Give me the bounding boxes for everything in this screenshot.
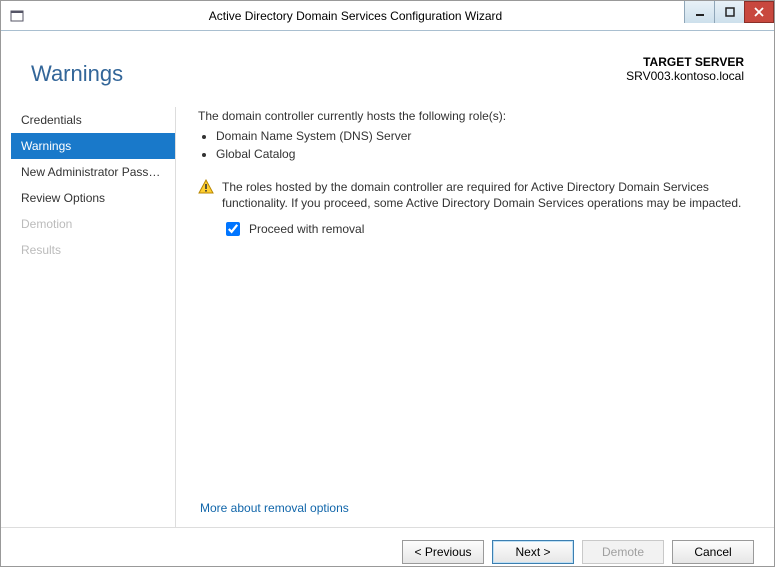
warning-message: The roles hosted by the domain controlle…	[222, 179, 752, 211]
main-area: Credentials Warnings New Administrator P…	[1, 107, 774, 527]
roles-list: Domain Name System (DNS) Server Global C…	[216, 129, 752, 161]
demote-button: Demote	[582, 540, 664, 564]
previous-button[interactable]: < Previous	[402, 540, 484, 564]
role-item: Global Catalog	[216, 147, 752, 161]
wizard-steps: Credentials Warnings New Administrator P…	[1, 107, 176, 527]
proceed-checkbox-row[interactable]: Proceed with removal	[222, 219, 752, 239]
proceed-checkbox-label: Proceed with removal	[249, 222, 364, 236]
step-results: Results	[11, 237, 175, 263]
next-button[interactable]: Next >	[492, 540, 574, 564]
window-title: Active Directory Domain Services Configu…	[27, 9, 684, 23]
step-review-options[interactable]: Review Options	[11, 185, 175, 211]
step-warnings[interactable]: Warnings	[11, 133, 175, 159]
proceed-checkbox[interactable]	[226, 222, 240, 236]
app-icon	[7, 6, 27, 26]
window-buttons	[684, 1, 774, 30]
cancel-button[interactable]: Cancel	[672, 540, 754, 564]
warning-icon	[198, 179, 214, 195]
step-new-admin-password[interactable]: New Administrator Passw...	[11, 159, 175, 185]
target-server-label: TARGET SERVER	[626, 55, 744, 69]
target-server-info: TARGET SERVER SRV003.kontoso.local	[626, 51, 744, 107]
content-panel: The domain controller currently hosts th…	[176, 107, 774, 527]
step-credentials[interactable]: Credentials	[11, 107, 175, 133]
footer-buttons: < Previous Next > Demote Cancel	[1, 527, 774, 576]
maximize-button[interactable]	[714, 1, 744, 23]
warning-row: The roles hosted by the domain controlle…	[198, 179, 752, 211]
minimize-button[interactable]	[684, 1, 714, 23]
more-about-removal-link[interactable]: More about removal options	[200, 501, 349, 515]
intro-text: The domain controller currently hosts th…	[198, 109, 752, 123]
page-title: Warnings	[31, 61, 123, 87]
page-header: Warnings TARGET SERVER SRV003.kontoso.lo…	[1, 31, 774, 107]
target-server-name: SRV003.kontoso.local	[626, 69, 744, 83]
close-button[interactable]	[744, 1, 774, 23]
title-bar: Active Directory Domain Services Configu…	[1, 1, 774, 31]
step-demotion: Demotion	[11, 211, 175, 237]
role-item: Domain Name System (DNS) Server	[216, 129, 752, 143]
